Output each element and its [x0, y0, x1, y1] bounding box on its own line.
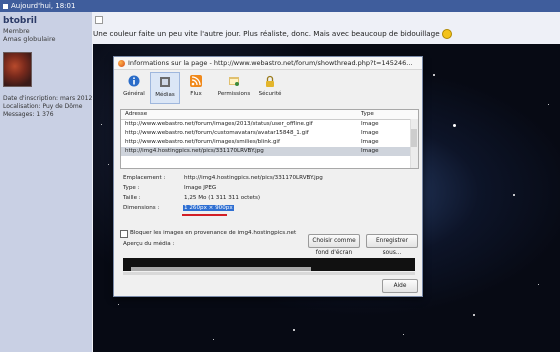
media-type: Image [361, 139, 379, 145]
tab-media[interactable]: Médias [150, 72, 180, 104]
media-address: http://www.webastro.net/forum/customavat… [125, 130, 309, 136]
tab-label: Flux [190, 91, 202, 97]
smiley-icon [441, 29, 452, 39]
signup-date: Date d'inscription: mars 2012 [3, 95, 93, 102]
media-list-header: Adresse Type [121, 110, 418, 120]
media-icon [160, 77, 170, 87]
dimensions-value-text: 1 260px × 900px [183, 205, 234, 211]
tab-label: Permissions [217, 91, 251, 97]
dialog-title-bar[interactable]: Informations sur la page - http://www.we… [114, 57, 422, 70]
post-date: Aujourd'hui, 18:01 [11, 2, 76, 10]
preview-scrollbar[interactable] [131, 267, 311, 271]
list-scrollbar-thumb[interactable] [411, 129, 417, 147]
forum-top-bar: Aujourd'hui, 18:01 [0, 0, 560, 12]
rss-icon [190, 75, 202, 87]
tab-general[interactable]: Général [120, 72, 148, 102]
type-label: Type : [123, 185, 140, 191]
lock-icon [266, 75, 274, 87]
location-value: http://img4.hostingpics.net/pics/331170L… [184, 175, 323, 181]
column-address[interactable]: Adresse [125, 110, 147, 119]
set-as-background-button[interactable]: Choisir comme fond d'écran [308, 234, 360, 256]
media-row-selected[interactable]: http://img4.hostingpics.net/pics/331170L… [121, 147, 410, 156]
media-type: Image [361, 130, 379, 136]
page-info-dialog: Informations sur la page - http://www.we… [113, 56, 423, 297]
media-address: http://www.webastro.net/forum/images/201… [125, 121, 313, 127]
media-address: http://www.webastro.net/forum/images/smi… [125, 139, 280, 145]
dimensions-label: Dimensions : [123, 205, 160, 211]
tab-label: Médias [155, 92, 175, 98]
media-row[interactable]: http://www.webastro.net/forum/customavat… [121, 129, 410, 138]
media-row[interactable]: http://www.webastro.net/forum/images/smi… [121, 138, 410, 147]
media-address: http://img4.hostingpics.net/pics/331170L… [125, 148, 264, 154]
post-message: Une couleur faite un peu vite l'autre jo… [93, 29, 440, 38]
media-type: Image [361, 148, 379, 154]
type-value: Image JPEG [184, 185, 217, 191]
post-square-icon [3, 3, 8, 9]
tab-feeds[interactable]: Flux [182, 72, 210, 102]
red-underline-annotation [182, 214, 227, 216]
tab-permissions[interactable]: Permissions [217, 72, 251, 102]
media-preview-label: Aperçu du média : [123, 241, 175, 247]
username-link[interactable]: btobril [3, 16, 37, 26]
user-location: Localisation: Puy de Dôme [3, 103, 83, 110]
permissions-icon [229, 77, 239, 86]
dialog-title: Informations sur la page - http://www.we… [128, 59, 413, 67]
broken-image-icon [95, 16, 103, 24]
size-value: 1,25 Mo (1 311 311 octets) [184, 195, 261, 201]
media-type: Image [361, 121, 379, 127]
size-label: Taille : [123, 195, 141, 201]
location-label: Emplacement : [123, 175, 166, 181]
tab-security[interactable]: Sécurité [256, 72, 284, 102]
block-images-label[interactable]: Bloquer les images en provenance de img4… [130, 230, 296, 236]
column-type[interactable]: Type [361, 110, 374, 119]
avatar[interactable] [3, 52, 32, 87]
preview-bottom-strip [123, 272, 415, 275]
media-row[interactable]: http://www.webastro.net/forum/images/201… [121, 120, 410, 129]
tab-label: Général [123, 91, 145, 97]
save-as-button[interactable]: Enregistrer sous... [366, 234, 418, 256]
user-role: Membre [3, 27, 30, 35]
post-text: Une couleur faite un peu vite l'autre jo… [93, 29, 452, 39]
media-list[interactable]: Adresse Type http://www.webastro.net/for… [120, 109, 419, 169]
tab-label: Sécurité [258, 91, 282, 97]
user-rank: Amas globulaire [3, 35, 56, 43]
block-images-checkbox[interactable] [120, 230, 128, 238]
message-count: Messages: 1 376 [3, 111, 54, 118]
dimensions-value: 1 260px × 900px [183, 205, 234, 211]
info-icon [128, 75, 140, 87]
help-button[interactable]: Aide [382, 279, 418, 293]
firefox-icon [118, 59, 125, 67]
